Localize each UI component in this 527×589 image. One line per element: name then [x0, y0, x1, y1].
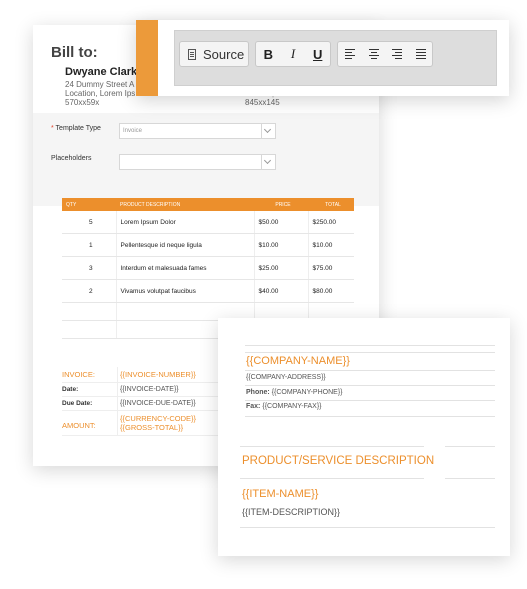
- due-date-label: Due Date:: [62, 400, 93, 407]
- currency-code-value: {{CURRENCY-CODE}}: [120, 414, 196, 423]
- row-price: $25.00: [254, 256, 309, 280]
- table-row: 5 Lorem Ipsum Dolor $50.00 $250.00: [62, 211, 354, 234]
- divider: [245, 416, 495, 417]
- align-justify-icon[interactable]: [409, 41, 433, 67]
- row-total: $75.00: [308, 256, 354, 280]
- accent-strip: [136, 20, 158, 96]
- divider: [245, 370, 495, 371]
- editor-toolbar: Source B I U: [174, 30, 497, 86]
- row-qty: 3: [62, 256, 117, 280]
- row-total: $250.00: [308, 211, 354, 234]
- source-button[interactable]: Source: [179, 41, 249, 67]
- date-value: {{INVOICE-DATE}}: [117, 383, 179, 396]
- invoice-number-value: {{INVOICE-NUMBER}}: [117, 367, 196, 382]
- placeholder-preview-card: {{COMPANY-NAME}} {{COMPANY-ADDRESS}} Pho…: [218, 318, 510, 556]
- row-description: Vivamus volutpat faucibus: [116, 279, 255, 303]
- date-label: Date:: [62, 386, 79, 393]
- amount-values: {{CURRENCY-CODE}} {{GROSS-TOTAL}}: [117, 411, 196, 435]
- phone-label: Phone:: [246, 389, 270, 396]
- company-address-placeholder: {{COMPANY-ADDRESS}}: [246, 374, 326, 381]
- format-button-group: B I U: [255, 41, 331, 67]
- divider: [245, 385, 495, 386]
- amount-label: AMOUNT:: [62, 421, 96, 430]
- divider: [245, 352, 495, 353]
- header-description: PRODUCT DESCRIPTION: [116, 198, 254, 211]
- row-description: Interdum et malesuada fames: [116, 256, 255, 280]
- row-total: $80.00: [308, 279, 354, 303]
- source-label: Source: [203, 46, 245, 62]
- phone-value: {{COMPANY-PHONE}}: [271, 389, 343, 396]
- invoice-label: INVOICE:: [62, 370, 95, 379]
- template-type-value: Invoice: [123, 128, 143, 134]
- underline-button[interactable]: U: [305, 47, 330, 62]
- company-fax-row: Fax: {{COMPANY-FAX}}: [246, 403, 322, 410]
- chevron-down-icon: [261, 155, 275, 169]
- alignment-button-group: [337, 41, 433, 67]
- divider: [240, 446, 424, 447]
- company-phone-row: Phone: {{COMPANY-PHONE}}: [246, 389, 343, 396]
- bill-to-title: Bill to:: [51, 44, 98, 61]
- row-price: $10.00: [254, 233, 309, 257]
- item-description-placeholder: {{ITEM-DESCRIPTION}}: [242, 507, 341, 517]
- divider: [245, 400, 495, 401]
- row-description: Lorem Ipsum Dolor: [116, 211, 255, 234]
- italic-button[interactable]: I: [281, 46, 306, 62]
- header-price: PRICE: [254, 198, 308, 211]
- placeholders-label: Placeholders: [51, 155, 92, 162]
- document-icon: [188, 48, 196, 60]
- divider: [240, 527, 495, 528]
- product-description-heading: PRODUCT/SERVICE DESCRIPTION: [242, 455, 435, 467]
- align-right-icon[interactable]: [385, 41, 409, 67]
- chevron-down-icon: [261, 124, 275, 138]
- fax-label: Fax:: [246, 403, 261, 410]
- align-left-icon[interactable]: [338, 41, 362, 67]
- bold-button[interactable]: B: [256, 47, 281, 62]
- table-row: 3 Interdum et malesuada fames $25.00 $75…: [62, 256, 354, 280]
- row-price: $40.00: [254, 279, 309, 303]
- editor-toolbar-card: Source B I U: [136, 20, 509, 96]
- right-address-line2: 845xx145: [245, 98, 280, 107]
- row-qty: 1: [62, 233, 117, 257]
- divider: [245, 345, 495, 346]
- template-type-label: * Template Type: [51, 125, 101, 132]
- due-date-value: {{INVOICE-DUE-DATE}}: [117, 397, 196, 410]
- template-form: * Template Type Invoice Placeholders: [33, 113, 379, 206]
- align-center-icon[interactable]: [362, 41, 386, 67]
- row-price: $50.00: [254, 211, 309, 234]
- row-description: Pellentesque id neque ligula: [116, 233, 255, 257]
- table-header-row: QTY PRODUCT DESCRIPTION PRICE TOTAL: [62, 198, 354, 211]
- customer-address-line3: 570xx59x: [65, 98, 100, 107]
- row-qty: 2: [62, 279, 117, 303]
- table-row: 1 Pellentesque id neque ligula $10.00 $1…: [62, 233, 354, 257]
- company-name-placeholder: {{COMPANY-NAME}}: [246, 355, 350, 367]
- template-type-select[interactable]: Invoice: [119, 123, 276, 139]
- fax-value: {{COMPANY-FAX}}: [262, 403, 322, 410]
- gross-total-value: {{GROSS-TOTAL}}: [120, 423, 184, 432]
- divider: [240, 478, 424, 479]
- item-name-placeholder: {{ITEM-NAME}}: [242, 488, 319, 500]
- row-qty: 5: [62, 211, 117, 234]
- customer-name: Dwyane Clark: [65, 66, 138, 78]
- placeholders-select[interactable]: [119, 154, 276, 170]
- divider: [445, 446, 495, 447]
- header-qty: QTY: [62, 198, 116, 211]
- table-row: 2 Vivamus volutpat faucibus $40.00 $80.0…: [62, 279, 354, 303]
- row-total: $10.00: [308, 233, 354, 257]
- divider: [445, 478, 495, 479]
- header-total: TOTAL: [308, 198, 354, 211]
